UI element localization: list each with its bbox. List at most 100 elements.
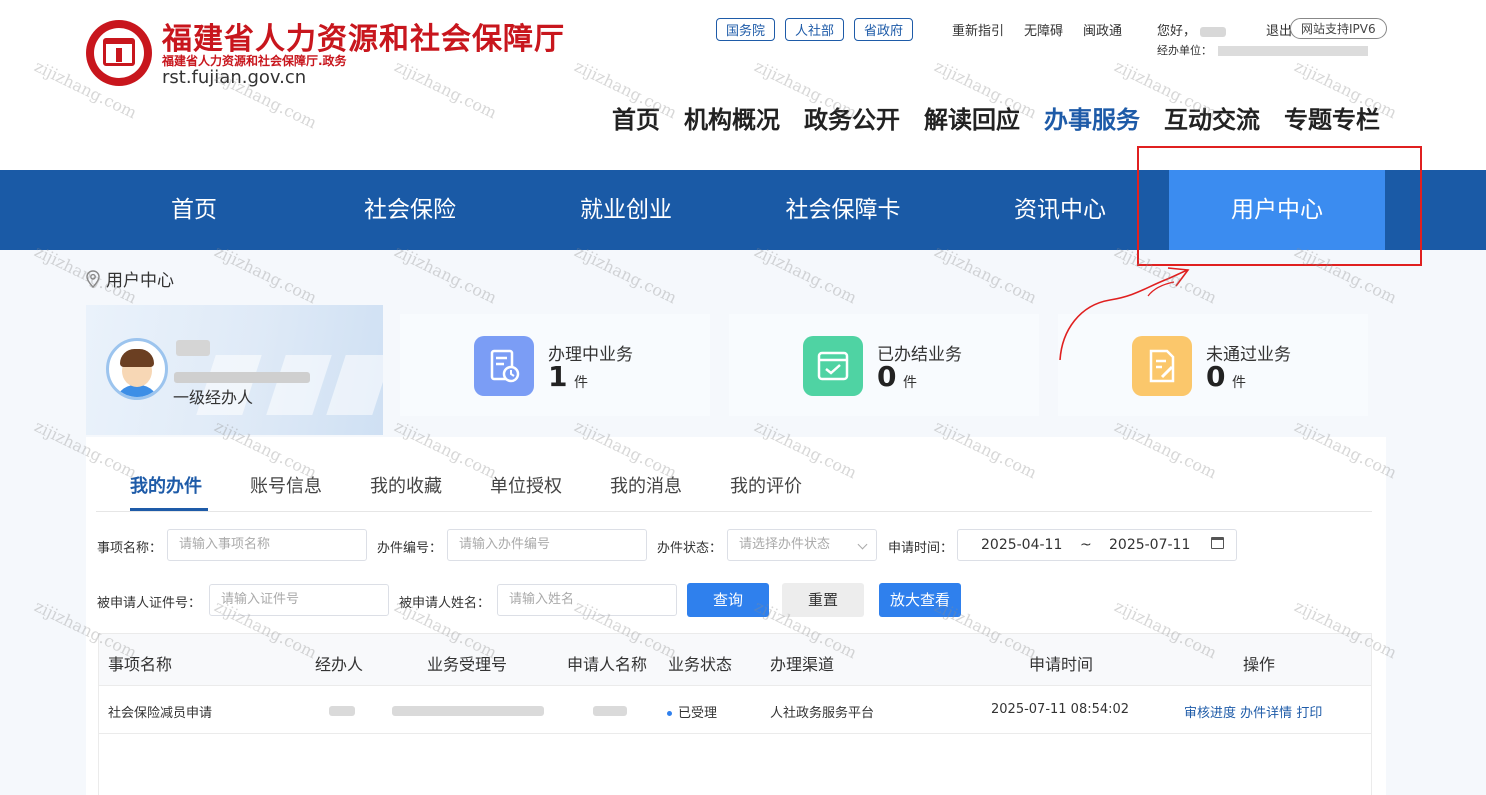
top-badges: 国务院 人社部 省政府 [716, 18, 914, 41]
tab-my-messages[interactable]: 我的消息 [610, 472, 682, 498]
id-number-input[interactable]: 请输入证件号 [209, 584, 389, 616]
th-item-name: 事项名称 [108, 655, 173, 674]
status-placeholder: 请选择办件状态 [739, 537, 831, 552]
cell-channel: 人社政务服务平台 [770, 706, 875, 721]
date-label: 申请时间： [888, 541, 954, 556]
query-button[interactable]: 查询 [687, 583, 769, 617]
link-reguide[interactable]: 重新指引 [952, 20, 1004, 39]
active-tab-underline [130, 508, 208, 511]
audit-progress-link[interactable]: 审核进度 [1184, 706, 1236, 721]
table-header: 事项名称 经办人 业务受理号 申请人名称 业务状态 办理渠道 申请时间 操作 [99, 634, 1371, 686]
calendar-icon [1211, 537, 1224, 549]
redacted-operator [329, 706, 355, 716]
th-apply-time: 申请时间 [1029, 655, 1094, 674]
breadcrumb: 用户中心 [86, 266, 174, 291]
cell-apply-time: 2025-07-11 08:54:02 [991, 702, 1130, 717]
case-detail-link[interactable]: 办件详情 [1240, 706, 1292, 721]
date-end: 2025-07-11 [1109, 537, 1191, 553]
unit-line: 经办单位： [1157, 42, 1368, 58]
redacted-profile-name [176, 340, 210, 356]
cell-item-name: 社会保险减员申请 [108, 706, 213, 721]
th-operator: 经办人 [315, 655, 364, 674]
greeting-text: 您好， [1157, 24, 1197, 39]
stat-value: 1 [548, 360, 568, 393]
profile-card [86, 305, 383, 435]
logo-seal-icon[interactable] [86, 20, 152, 86]
tab-my-favorites[interactable]: 我的收藏 [370, 472, 442, 498]
case-no-input[interactable]: 请输入办件编号 [447, 529, 647, 561]
site-url: rst.fujian.gov.cn [162, 67, 307, 88]
date-separator: ~ [1080, 537, 1092, 553]
annotation-arrow-icon [1059, 267, 1190, 361]
badge-renshebu[interactable]: 人社部 [785, 18, 845, 41]
tab-account-info[interactable]: 账号信息 [250, 472, 322, 498]
main-nav: 首页 机构概况 政务公开 解读回应 办事服务 互动交流 专题专栏 [612, 100, 1380, 135]
nav-tab-home[interactable]: 首页 [86, 170, 302, 250]
zoom-view-button[interactable]: 放大查看 [879, 583, 961, 617]
case-no-label: 办件编号： [377, 541, 443, 556]
breadcrumb-current: 用户中心 [106, 271, 174, 291]
main-nav-home[interactable]: 首页 [612, 100, 660, 135]
main-nav-public[interactable]: 政务公开 [804, 100, 900, 135]
logout-link[interactable]: 退出 [1266, 24, 1292, 39]
stat-unit: 件 [1232, 375, 1246, 391]
stat-card-processing[interactable]: 办理中业务 1 件 [400, 314, 710, 416]
main-nav-org[interactable]: 机构概况 [684, 100, 780, 135]
th-applicant: 申请人名称 [567, 655, 648, 674]
status-label: 办件状态： [657, 541, 723, 556]
unit-label: 经办单位： [1157, 44, 1212, 57]
main-nav-topics[interactable]: 专题专栏 [1284, 100, 1380, 135]
th-acceptance-no: 业务受理号 [427, 655, 508, 674]
tab-my-reviews[interactable]: 我的评价 [730, 472, 802, 498]
site-header: 福建省人力资源和社会保障厅 福建省人力资源和社会保障厅.政务 rst.fujia… [0, 0, 1486, 170]
stat-unit: 件 [903, 375, 917, 391]
cell-status: 已受理 [667, 702, 717, 721]
status-dot-icon [667, 711, 672, 716]
stat-value: 0 [1206, 360, 1226, 393]
redacted-unit [1218, 46, 1368, 56]
main-nav-service[interactable]: 办事服务 [1044, 100, 1140, 135]
cell-status-text: 已受理 [678, 706, 718, 721]
ipv6-badge: 网站支持IPV6 [1290, 18, 1387, 39]
redacted-profile-id [174, 372, 310, 383]
nav-tab-employment[interactable]: 就业创业 [518, 170, 734, 250]
tab-unit-authorization[interactable]: 单位授权 [490, 472, 562, 498]
annotation-highlight-box [1137, 146, 1422, 266]
main-nav-interact[interactable]: 互动交流 [1164, 100, 1260, 135]
cases-table: 事项名称 经办人 业务受理号 申请人名称 业务状态 办理渠道 申请时间 操作 社… [98, 633, 1372, 795]
top-links: 重新指引 无障碍 闽政通 [952, 20, 1122, 39]
status-select[interactable]: 请选择办件状态 [727, 529, 877, 561]
stat-value: 0 [877, 360, 897, 393]
date-range-picker[interactable]: 2025-04-11 ~ 2025-07-11 [957, 529, 1237, 561]
th-operations: 操作 [1243, 655, 1276, 674]
stat-card-completed[interactable]: 已办结业务 0 件 [729, 314, 1039, 416]
badge-shengzhengfu[interactable]: 省政府 [854, 18, 914, 41]
tab-my-cases[interactable]: 我的办件 [130, 472, 202, 498]
user-center-tabs: 我的办件 账号信息 我的收藏 单位授权 我的消息 我的评价 [96, 468, 1372, 512]
redacted-username [1200, 26, 1227, 37]
item-name-input[interactable]: 请输入事项名称 [167, 529, 367, 561]
applicant-name-input[interactable]: 请输入姓名 [497, 584, 677, 616]
applicant-name-label: 被申请人姓名： [399, 596, 491, 611]
id-number-label: 被申请人证件号： [97, 596, 202, 611]
reset-button[interactable]: 重置 [782, 583, 864, 617]
link-minzhengtong[interactable]: 闽政通 [1083, 20, 1122, 39]
item-name-label: 事项名称： [97, 541, 163, 556]
cell-operations: 审核进度 办件详情 打印 [1184, 702, 1322, 721]
th-channel: 办理渠道 [770, 655, 835, 674]
redacted-applicant [593, 706, 627, 716]
stat-unit: 件 [574, 375, 588, 391]
document-clock-icon [474, 336, 534, 396]
th-status: 业务状态 [668, 655, 733, 674]
avatar [106, 338, 168, 400]
chevron-down-icon [857, 539, 868, 550]
location-pin-icon [86, 269, 100, 288]
badge-guowuyuan[interactable]: 国务院 [716, 18, 776, 41]
main-nav-interpret[interactable]: 解读回应 [924, 100, 1020, 135]
nav-tab-social-insurance[interactable]: 社会保险 [302, 170, 518, 250]
print-link[interactable]: 打印 [1296, 706, 1322, 721]
nav-tab-news[interactable]: 资讯中心 [952, 170, 1168, 250]
link-accessibility[interactable]: 无障碍 [1024, 20, 1063, 39]
nav-tab-social-card[interactable]: 社会保障卡 [735, 170, 951, 250]
user-greeting: 您好， 退出 [1157, 20, 1292, 39]
